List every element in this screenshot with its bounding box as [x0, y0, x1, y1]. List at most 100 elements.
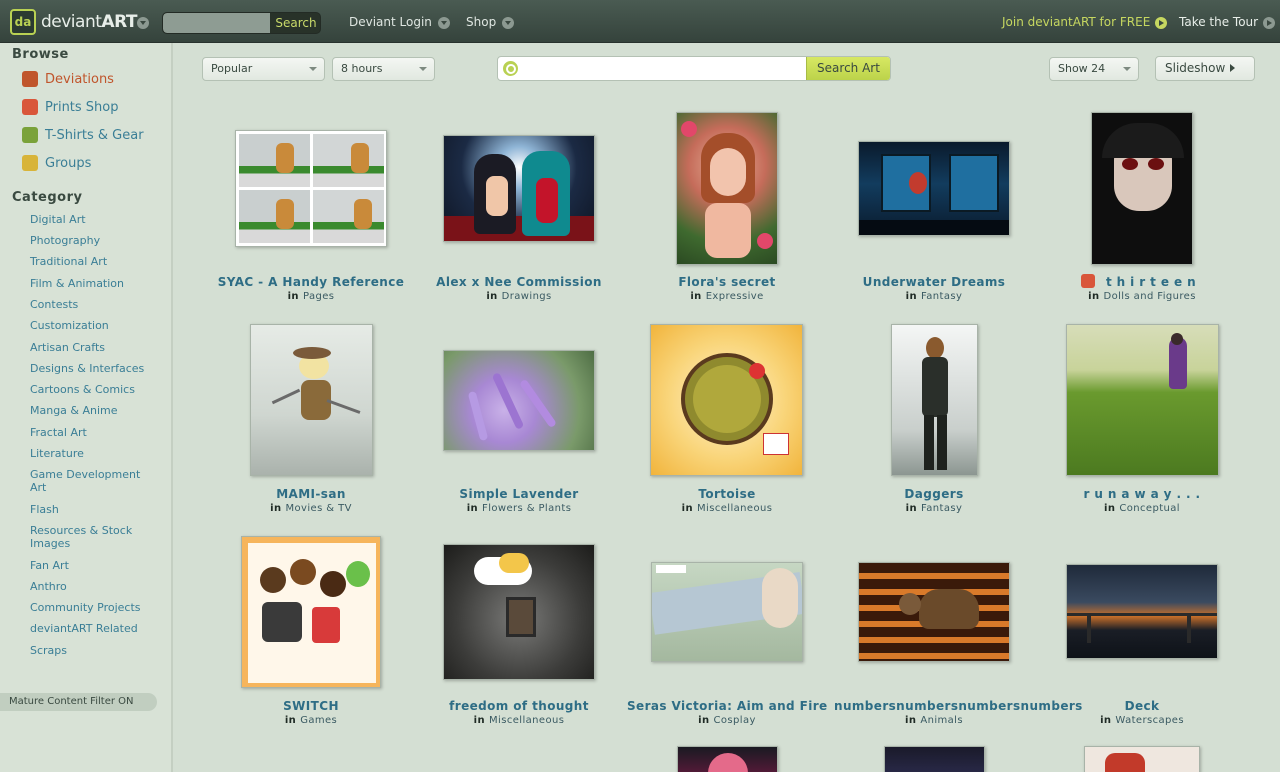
tshirt-icon [22, 127, 38, 143]
sidebar-item-deviations[interactable]: Deviations [22, 71, 114, 87]
category-link[interactable]: Flowers & Plants [482, 503, 571, 514]
deviation-title[interactable]: SYAC - A Handy Reference [211, 275, 411, 289]
art-search-input[interactable] [522, 59, 802, 78]
category-link[interactable]: Photography [30, 234, 160, 247]
time-select[interactable]: 8 hours [332, 57, 435, 81]
deviation-title[interactable]: Deck [1042, 699, 1242, 713]
category-link[interactable]: Games [300, 715, 337, 726]
deviation-title[interactable]: Daggers [834, 487, 1034, 501]
category-link[interactable]: Traditional Art [30, 255, 160, 268]
category-link[interactable]: Drawings [502, 291, 552, 302]
thumbnail-daggers[interactable] [891, 324, 978, 476]
deviation-title[interactable]: MAMI-san [211, 487, 411, 501]
shop-menu[interactable]: Shop [466, 15, 515, 29]
thumbnail-comic[interactable] [235, 130, 387, 247]
play-arrow-icon [1155, 16, 1168, 29]
deviation-title[interactable]: Underwater Dreams [834, 275, 1034, 289]
category-link[interactable]: Fantasy [921, 503, 962, 514]
take-tour-link[interactable]: Take the Tour [1179, 15, 1276, 29]
category-link[interactable]: Fantasy [921, 291, 962, 302]
time-value: 8 hours [341, 62, 383, 75]
deviation-title[interactable]: Simple Lavender [419, 487, 619, 501]
thumbnail-thirteen[interactable] [1091, 112, 1193, 265]
deviant-login-menu[interactable]: Deviant Login [349, 15, 450, 29]
sidebar-item-prints-shop[interactable]: Prints Shop [22, 99, 119, 115]
category-link[interactable]: Literature [30, 447, 160, 460]
category-link[interactable]: Fractal Art [30, 426, 160, 439]
deviation-title[interactable]: Seras Victoria: Aim and Fire [627, 699, 827, 713]
category-link[interactable]: Artisan Crafts [30, 341, 160, 354]
deviation-title[interactable]: r u n a w a y . . . [1042, 487, 1242, 501]
deviation-title[interactable]: SWITCH [211, 699, 411, 713]
category-link[interactable]: Digital Art [30, 213, 160, 226]
category-link[interactable]: Dolls and Figures [1104, 291, 1196, 302]
category-link[interactable]: Scraps [30, 644, 160, 657]
sidebar-item-label: Groups [45, 155, 92, 171]
category-link[interactable]: Film & Animation [30, 277, 160, 290]
show-count-select[interactable]: Show 24 [1049, 57, 1139, 81]
top-search-button[interactable]: Search [271, 13, 320, 33]
category-link[interactable]: Cartoons & Comics [30, 383, 160, 396]
category-link[interactable]: Movies & TV [286, 503, 352, 514]
category-link[interactable]: Contests [30, 298, 160, 311]
search-art-button[interactable]: Search Art [806, 57, 890, 80]
sidebar-item-label: Prints Shop [45, 99, 119, 115]
thumbnail-switch[interactable] [241, 536, 381, 688]
sidebar-item-groups[interactable]: Groups [22, 155, 91, 171]
thumbnail-freedom-of-thought[interactable] [443, 544, 595, 680]
slideshow-label: Slideshow [1165, 61, 1226, 75]
category-link[interactable]: deviantART Related [30, 622, 160, 635]
thumbnail-numbers[interactable] [858, 562, 1010, 662]
category-link[interactable]: Waterscapes [1115, 715, 1184, 726]
category-link[interactable]: Miscellaneous [489, 715, 564, 726]
category-link[interactable]: Fan Art [30, 559, 160, 572]
category-link[interactable]: Game Development Art [30, 468, 160, 494]
category-link[interactable]: Cosplay [714, 715, 756, 726]
thumbnail-alex-nee[interactable] [443, 135, 595, 242]
category-link[interactable]: Miscellaneous [697, 503, 772, 514]
thumbnail-tortoise[interactable] [650, 324, 803, 476]
thumbnail-mami-san[interactable] [250, 324, 373, 476]
thumbnail-seras-victoria[interactable] [651, 562, 803, 662]
thumbnail-partial[interactable] [1084, 746, 1200, 772]
deviation-title[interactable]: t h i r t e e n [1042, 275, 1242, 289]
thumbnail-floras-secret[interactable] [676, 112, 778, 265]
mature-content-filter[interactable]: Mature Content Filter ON [0, 693, 157, 711]
category-link[interactable]: Community Projects [30, 601, 160, 614]
logo-menu-chevron-icon[interactable] [137, 17, 149, 29]
thumbnail-partial[interactable] [677, 746, 778, 772]
shop-label: Shop [466, 15, 497, 29]
thumbnail-partial[interactable] [884, 746, 985, 772]
join-link[interactable]: Join deviantART for FREE [1002, 15, 1168, 29]
search-icon [503, 61, 518, 76]
category-link[interactable]: Expressive [706, 291, 764, 302]
slideshow-button[interactable]: Slideshow [1155, 56, 1255, 81]
deviation-title[interactable]: Tortoise [627, 487, 827, 501]
category-link[interactable]: Customization [30, 319, 160, 332]
category-link[interactable]: Conceptual [1119, 503, 1180, 514]
top-search-input[interactable] [163, 13, 270, 33]
deviation-title[interactable]: Alex x Nee Commission [419, 275, 619, 289]
deviation-category: in Miscellaneous [627, 503, 827, 514]
deviation-title[interactable]: numbersnumbersnumbersnumbers [834, 699, 1082, 713]
deviantart-logo[interactable]: da deviantART [10, 9, 137, 35]
thumbnail-underwater-dreams[interactable] [858, 141, 1010, 236]
category-link[interactable]: Resources & Stock Images [30, 524, 160, 550]
deviation-category: in Drawings [419, 291, 619, 302]
deviation-category: in Miscellaneous [419, 715, 619, 726]
deviation-title[interactable]: Flora's secret [627, 275, 827, 289]
category-link[interactable]: Manga & Anime [30, 404, 160, 417]
category-link[interactable]: Pages [303, 291, 334, 302]
thumbnail-deck[interactable] [1066, 564, 1218, 659]
sidebar-item-tshirts[interactable]: T-Shirts & Gear [22, 127, 144, 143]
category-link[interactable]: Animals [920, 715, 963, 726]
deviation-title[interactable]: freedom of thought [419, 699, 619, 713]
thumbnail-runaway[interactable] [1066, 324, 1219, 476]
sidebar-item-label: Deviations [45, 71, 114, 87]
thumbnail-simple-lavender[interactable] [443, 350, 595, 451]
category-link[interactable]: Designs & Interfaces [30, 362, 160, 375]
sort-select[interactable]: Popular [202, 57, 325, 81]
category-link[interactable]: Anthro [30, 580, 160, 593]
category-link[interactable]: Flash [30, 503, 160, 516]
deviation-category: in Animals [834, 715, 1034, 726]
